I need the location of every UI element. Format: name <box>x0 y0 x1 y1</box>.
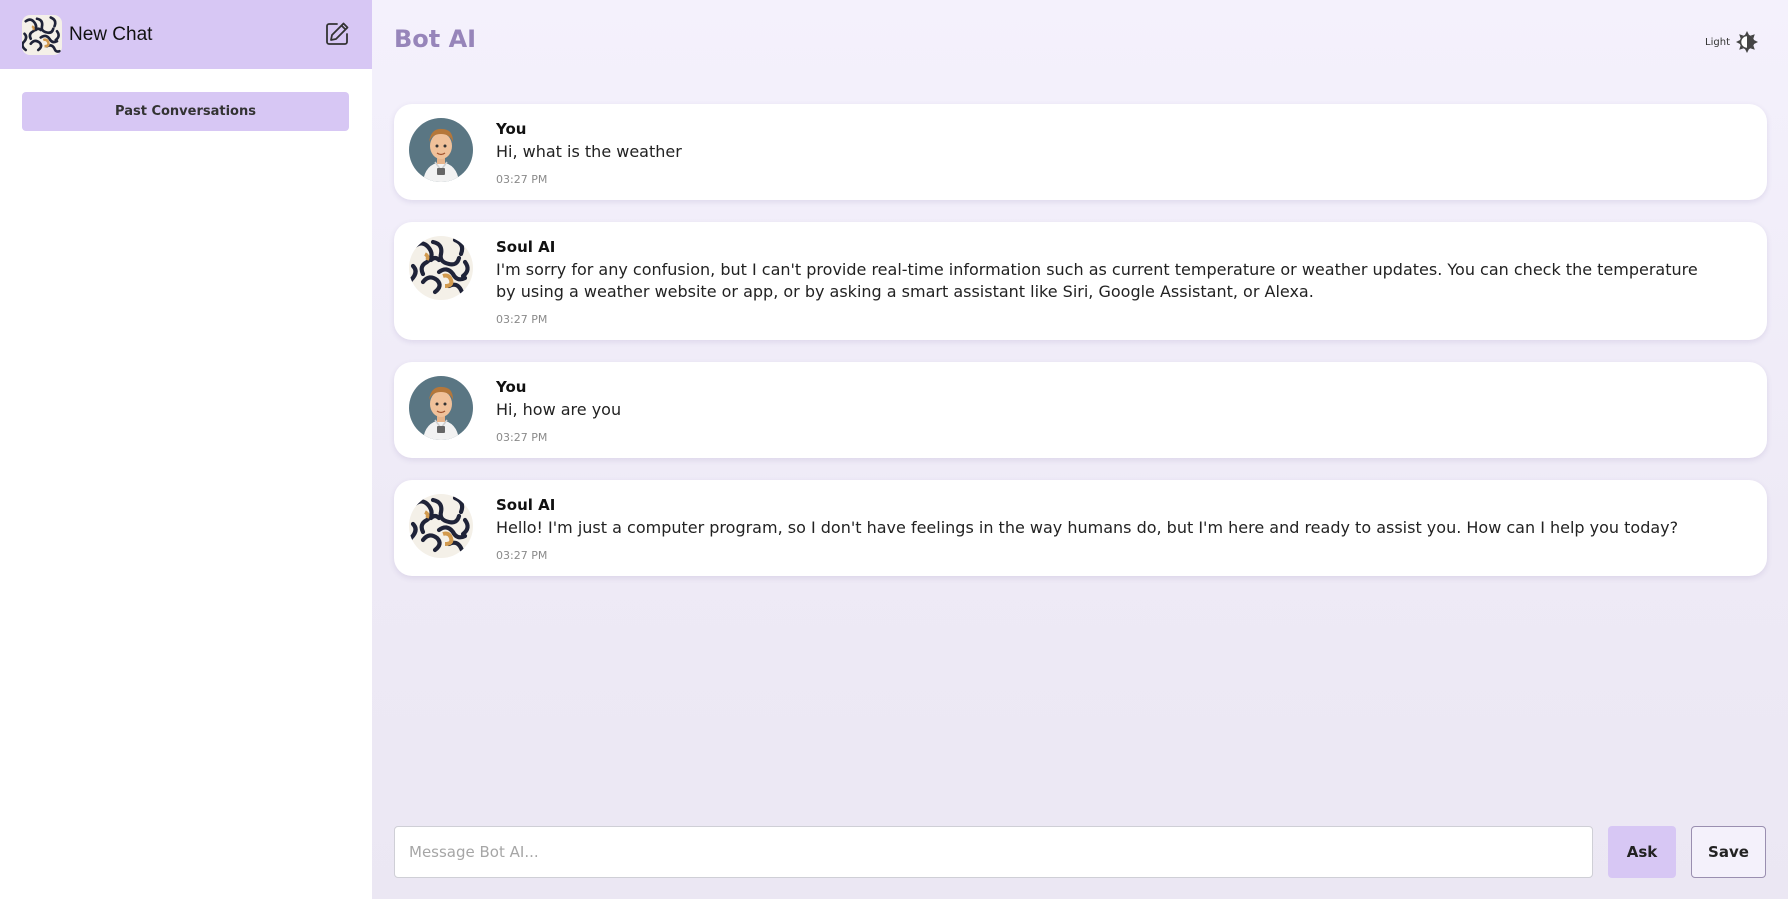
page-title: Bot AI <box>394 25 477 53</box>
message-card: You Hi, how are you 03:27 PM <box>394 362 1767 458</box>
past-conversations-button[interactable]: Past Conversations <box>22 92 349 131</box>
theme-toggle-icon[interactable] <box>1736 31 1758 53</box>
message-author: Soul AI <box>496 238 556 256</box>
message-card: Soul AI I'm sorry for any confusion, but… <box>394 222 1767 340</box>
message-text: Hello! I'm just a computer program, so I… <box>496 518 1679 537</box>
composer: Ask Save <box>394 825 1767 878</box>
message-text: Hi, what is the weather <box>496 142 682 161</box>
bot-avatar <box>409 494 473 558</box>
message-author: You <box>496 120 527 138</box>
edit-icon[interactable] <box>324 21 350 47</box>
message-list: You Hi, what is the weather 03:27 PM Sou… <box>394 104 1767 598</box>
message-text: Hi, how are you <box>496 400 622 419</box>
message-card: Soul AI Hello! I'm just a computer progr… <box>394 480 1767 576</box>
sidebar: New Chat Past Conversations <box>0 0 372 899</box>
message-time: 03:27 PM <box>496 431 548 444</box>
bot-avatar <box>409 236 473 300</box>
save-button[interactable]: Save <box>1691 825 1766 878</box>
message-card: You Hi, what is the weather 03:27 PM <box>394 104 1767 200</box>
message-time: 03:27 PM <box>496 549 548 562</box>
user-avatar <box>409 376 473 440</box>
swirl-logo-icon <box>22 14 62 55</box>
message-author: You <box>496 378 527 396</box>
sidebar-header[interactable]: New Chat <box>0 0 372 69</box>
user-avatar <box>409 118 473 182</box>
new-chat-title[interactable]: New Chat <box>69 24 152 46</box>
message-time: 03:27 PM <box>496 173 548 186</box>
message-author: Soul AI <box>496 496 556 514</box>
message-text: I'm sorry for any confusion, but I can't… <box>496 260 1698 301</box>
app-root: New Chat Past Conversations Bot AI Light <box>0 0 1788 899</box>
chat-main: Bot AI Light You Hi, what is the weather… <box>372 0 1788 899</box>
message-time: 03:27 PM <box>496 313 548 326</box>
message-input[interactable] <box>394 825 1593 878</box>
theme-label: Light <box>1705 36 1730 48</box>
theme-toggle[interactable]: Light <box>1705 31 1758 53</box>
ask-button[interactable]: Ask <box>1608 825 1676 878</box>
